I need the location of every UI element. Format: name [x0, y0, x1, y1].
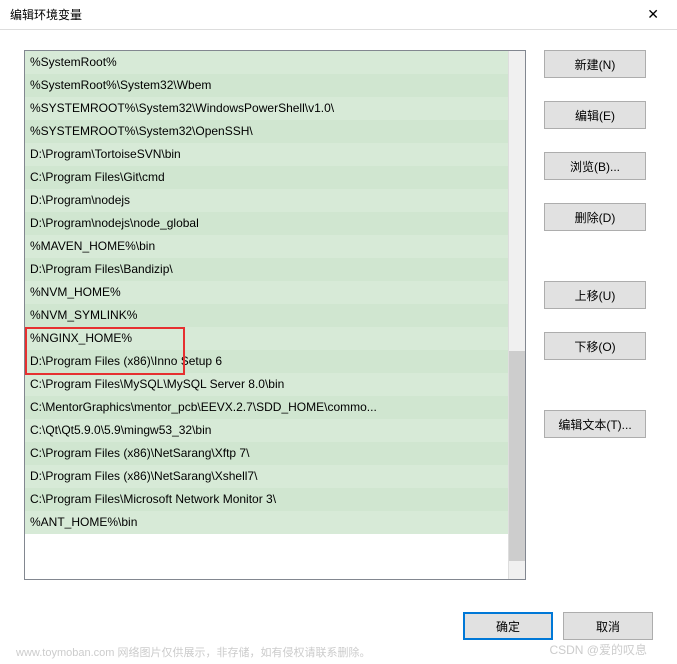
cancel-button[interactable]: 取消 [563, 612, 653, 640]
move-down-button[interactable]: 下移(O) [544, 332, 646, 360]
edit-text-button[interactable]: 编辑文本(T)... [544, 410, 646, 438]
edit-button[interactable]: 编辑(E) [544, 101, 646, 129]
watermark-left: www.toymoban.com 网络图片仅供展示，非存储，如有侵权请联系删除。 [16, 644, 370, 660]
scrollbar[interactable] [508, 51, 525, 579]
list-item[interactable]: D:\Program\nodejs [25, 189, 508, 212]
titlebar: 编辑环境变量 ✕ [0, 0, 677, 30]
list-item[interactable]: D:\Program\TortoiseSVN\bin [25, 143, 508, 166]
delete-button[interactable]: 删除(D) [544, 203, 646, 231]
list-item[interactable]: %SYSTEMROOT%\System32\OpenSSH\ [25, 120, 508, 143]
close-icon[interactable]: ✕ [639, 2, 667, 27]
list-item[interactable]: C:\Qt\Qt5.9.0\5.9\mingw53_32\bin [25, 419, 508, 442]
list-item[interactable]: %NVM_SYMLINK% [25, 304, 508, 327]
list-item[interactable]: D:\Program Files (x86)\NetSarang\Xshell7… [25, 465, 508, 488]
browse-button[interactable]: 浏览(B)... [544, 152, 646, 180]
scrollbar-thumb[interactable] [509, 351, 525, 561]
list-item[interactable]: %NVM_HOME% [25, 281, 508, 304]
content-area: %SystemRoot%%SystemRoot%\System32\Wbem%S… [0, 30, 677, 580]
ok-button[interactable]: 确定 [463, 612, 553, 640]
new-button[interactable]: 新建(N) [544, 50, 646, 78]
list-item[interactable]: C:\Program Files (x86)\NetSarang\Xftp 7\ [25, 442, 508, 465]
list-item[interactable]: D:\Program\nodejs\node_global [25, 212, 508, 235]
list-item[interactable]: %SystemRoot% [25, 51, 508, 74]
list-item[interactable]: D:\Program Files\Bandizip\ [25, 258, 508, 281]
list-item[interactable]: %SYSTEMROOT%\System32\WindowsPowerShell\… [25, 97, 508, 120]
list-item[interactable]: %SystemRoot%\System32\Wbem [25, 74, 508, 97]
list-item[interactable]: C:\Program Files\Git\cmd [25, 166, 508, 189]
watermark-right: CSDN @爱的叹息 [549, 641, 647, 658]
path-list[interactable]: %SystemRoot%%SystemRoot%\System32\Wbem%S… [24, 50, 526, 580]
list-item[interactable]: %ANT_HOME%\bin [25, 511, 508, 534]
move-up-button[interactable]: 上移(U) [544, 281, 646, 309]
list-item[interactable]: C:\Program Files\MySQL\MySQL Server 8.0\… [25, 373, 508, 396]
list-item[interactable]: %MAVEN_HOME%\bin [25, 235, 508, 258]
footer-buttons: 确定 取消 [463, 612, 653, 640]
list-item[interactable]: C:\Program Files\Microsoft Network Monit… [25, 488, 508, 511]
list-item[interactable]: C:\MentorGraphics\mentor_pcb\EEVX.2.7\SD… [25, 396, 508, 419]
window-title: 编辑环境变量 [10, 6, 639, 23]
button-column: 新建(N) 编辑(E) 浏览(B)... 删除(D) 上移(U) 下移(O) 编… [544, 50, 646, 580]
list-item[interactable]: D:\Program Files (x86)\Inno Setup 6 [25, 350, 508, 373]
list-item[interactable]: %NGINX_HOME% [25, 327, 508, 350]
